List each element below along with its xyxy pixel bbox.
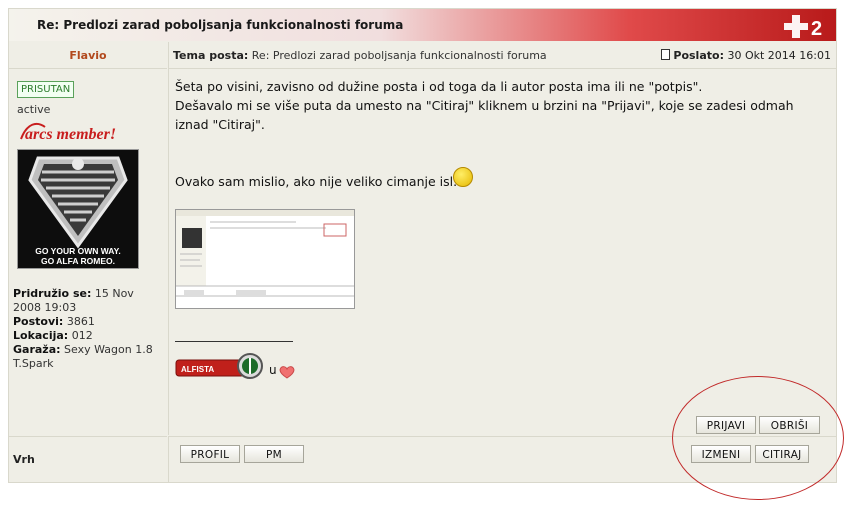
svg-text:ALFISTA: ALFISTA [181,365,214,374]
highlight-annotation [672,376,844,500]
post-date: Poslato: 30 Okt 2014 16:01 [661,49,831,62]
screenshot-preview [176,210,354,308]
signature-divider [175,341,293,342]
author-profile-details: Pridružio se: 15 Nov 2008 19:03 Postovi:… [13,287,165,371]
profile-garage: Garaža: Sexy Wagon 1.8 T.Spark [13,343,153,370]
forum-logo-icon: 2 [784,15,822,39]
svg-text:2: 2 [811,18,822,39]
footer-left: Vrh [9,436,167,483]
author-profile-panel: PRISUTAN active arcs member! GO YOUR OWN… [9,69,167,435]
attached-screenshot-thumbnail[interactable] [175,209,355,309]
pm-button[interactable]: PM [244,445,304,463]
arcs-member-logo: arcs member! [20,122,116,143]
topic-title-bar: Re: Predlozi zarad poboljsanja funkciona… [9,9,836,41]
posted-label: Poslato: [673,49,724,62]
author-header: Flavio [9,42,167,69]
post-text-line: Ovako sam mislio, ako nije veliko cimanj… [175,174,458,189]
back-to-top-link[interactable]: Vrh [13,453,35,466]
profile-joined: Pridružio se: 15 Nov 2008 19:03 [13,287,134,314]
profile-location: Lokacija: 012 [13,329,93,342]
posted-value: 30 Okt 2014 16:01 [727,49,831,62]
svg-text:arcs member!: arcs member! [25,126,116,143]
signature-connector: u [269,363,277,377]
author-status: active [17,103,51,116]
topic-title[interactable]: Re: Predlozi zarad poboljsanja funkciona… [37,18,403,32]
svg-text:GO ALFA ROMEO.: GO ALFA ROMEO. [41,256,115,266]
author-name[interactable]: Flavio [9,49,167,62]
post-content: Šeta po visini, zavisno od dužine posta … [175,77,815,191]
smiley-icon [453,167,473,187]
subject-value: Re: Predlozi zarad poboljsanja funkciona… [251,49,547,62]
post-header: Tema posta: Re: Predlozi zarad poboljsan… [168,42,837,69]
post-text-line: Dešavalo mi se više puta da umesto na "C… [175,98,794,132]
post-subject: Tema posta: Re: Predlozi zarad poboljsan… [173,49,547,62]
avatar: GO YOUR OWN WAY. GO ALFA ROMEO. [17,149,139,269]
online-status-badge: PRISUTAN [17,81,75,98]
subject-label: Tema posta: [173,49,249,62]
post-text-line: Šeta po visini, zavisno od dužine posta … [175,79,703,94]
heart-icon [279,366,295,379]
alfa-grille-image: GO YOUR OWN WAY. GO ALFA ROMEO. [18,150,138,268]
profile-posts: Postovi: 3861 [13,315,95,328]
doc-icon[interactable] [661,49,671,60]
profile-button[interactable]: PROFIL [180,445,240,463]
svg-text:GO YOUR OWN WAY.: GO YOUR OWN WAY. [35,246,121,256]
alfa-badge-icon: ALFISTA [175,353,263,379]
